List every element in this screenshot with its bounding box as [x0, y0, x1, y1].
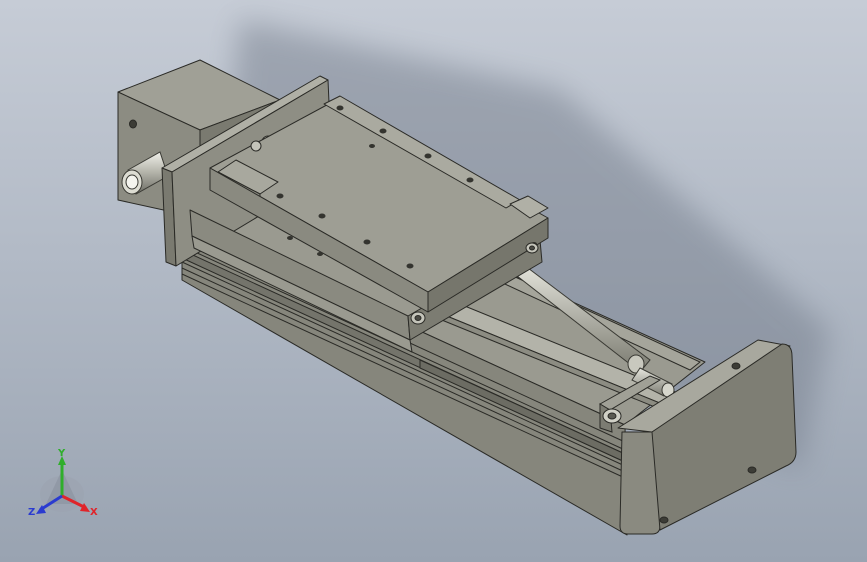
- cad-model-view[interactable]: Y X Z: [0, 0, 867, 562]
- y-axis-label: Y: [57, 448, 66, 459]
- graphics-viewport[interactable]: Y X Z: [0, 0, 867, 562]
- z-axis-label: Z: [28, 507, 35, 518]
- coordinate-triad[interactable]: Y X Z: [28, 448, 98, 518]
- x-axis-label: X: [90, 507, 98, 518]
